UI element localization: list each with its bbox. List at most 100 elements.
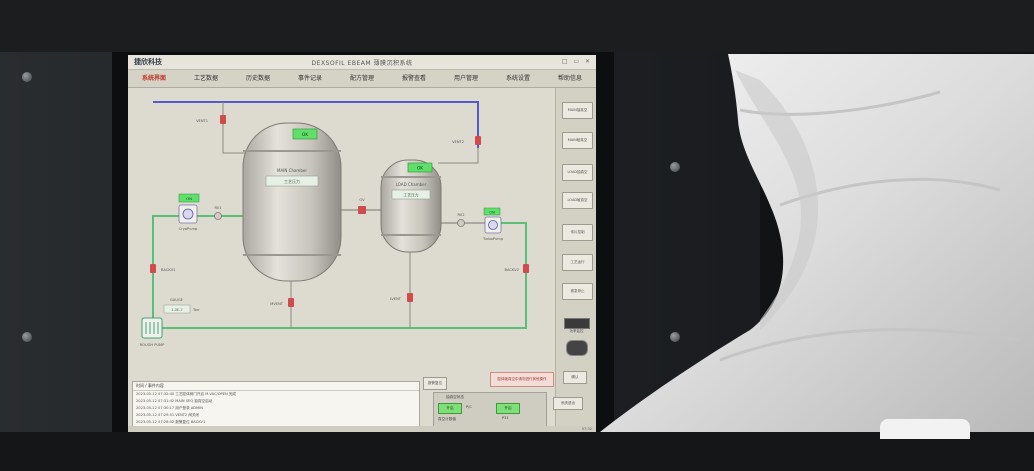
vac-right-button[interactable]: 开启: [496, 403, 520, 414]
window-titlebar: 捷欣科技 DEXSOFIL EBEAM 薄膜沉积系统 □ ▭ ✕: [128, 55, 596, 70]
vent-load-bottom-label: LVENT: [390, 297, 402, 301]
main-chamber-band: [243, 254, 341, 256]
pump-right-on-text: ON: [489, 211, 495, 215]
gauge-value: 1.0E-7: [171, 308, 183, 312]
valve-icon: [288, 298, 294, 307]
vent-left-label: VENT1: [196, 119, 208, 123]
valve-icon: [523, 264, 529, 273]
vent-valve-right[interactable]: VENT2: [452, 136, 481, 145]
vac-left-button[interactable]: 开启: [438, 403, 462, 414]
vacuum-status-panel: 抽真空状态 开启 P/C 开启 P31 真空计数值: [433, 392, 547, 430]
load-ok-text: OK: [417, 166, 423, 171]
main-pressure-value: 工艺压力: [284, 178, 300, 184]
rough-right-label: RV2: [457, 213, 464, 217]
process-diagram: MAIN Chamber 工艺压力 OK LOAD Chamber 工艺压力 O…: [140, 101, 529, 347]
main-nav: 系统界面 工艺数据 历史数据 事件记录 配方管理 报警查看 用户管理 系统设置 …: [128, 70, 596, 88]
tab-alarms[interactable]: 报警查看: [388, 70, 440, 87]
gauge-unit: Torr: [192, 308, 200, 312]
load-chamber[interactable]: LOAD Chamber 工艺压力: [380, 159, 442, 253]
cabinet-rivet: [22, 72, 32, 82]
pump-left-on-text: ON: [186, 196, 192, 201]
load-chamber-band: [381, 234, 441, 236]
gauge-label: GAUGE: [170, 298, 184, 302]
vent-main-bottom-label: MVENT: [270, 302, 284, 306]
turbo-pump[interactable]: ON TurboPump: [482, 207, 504, 241]
cabinet-rivet: [22, 332, 32, 342]
backing-valve-left[interactable]: BACKV1: [150, 264, 175, 273]
app-title: DEXSOFIL EBEAM 薄膜沉积系统: [311, 60, 413, 67]
alarm-banner: 腔体破真空中请勿进行其他操作: [490, 372, 554, 387]
load-chamber-band: [381, 176, 441, 178]
power-meter-label: 功率监控: [569, 329, 584, 333]
rough-pump-icon: [141, 317, 163, 339]
main-gauge: GAUGE 1.0E-7 Torr: [163, 298, 200, 314]
log-row: 2023-05-12 07:29:51 VENT2 阀关闭: [136, 413, 200, 417]
vac-unit: 真空计数值: [438, 417, 456, 421]
gate-valve[interactable]: GV: [358, 198, 366, 214]
vent-line-load: [438, 148, 479, 164]
white-badge: [880, 419, 970, 439]
side-button-main-pump[interactable]: MAIN抽真空: [562, 102, 593, 119]
rough-pump[interactable]: ROUGH PUMP: [140, 317, 165, 347]
side-button-estop[interactable]: 紧急停止: [562, 283, 593, 300]
window-controls[interactable]: □ ▭ ✕: [562, 58, 592, 65]
main-chamber-body: [242, 122, 342, 282]
main-ok-text: OK: [302, 132, 310, 138]
turbo-pump-label: TurboPump: [482, 237, 504, 241]
main-chamber-tag: MAIN Chamber: [277, 168, 307, 173]
rough-valve-right[interactable]: RV2: [457, 213, 465, 227]
cabinet-rivet: [670, 332, 680, 342]
cabinet-rivet: [670, 162, 680, 172]
tab-process-data[interactable]: 工艺数据: [180, 70, 232, 87]
vent-valve-main-bottom[interactable]: MVENT: [270, 298, 294, 307]
power-meter-icon[interactable]: [564, 318, 590, 329]
side-button-transfer[interactable]: 传片控制: [562, 224, 593, 241]
tab-events[interactable]: 事件记录: [284, 70, 336, 87]
system-exit-button[interactable]: 系统退出: [553, 397, 583, 410]
valve-icon: [457, 219, 465, 227]
valve-icon: [150, 264, 156, 273]
side-button-main-vent[interactable]: MAIN破真空: [562, 132, 593, 149]
tab-settings[interactable]: 系统设置: [492, 70, 544, 87]
valve-icon: [220, 115, 226, 124]
cryo-pump[interactable]: ON CryoPump: [178, 193, 200, 231]
status-time: 07:32: [581, 427, 592, 431]
main-chamber-band: [243, 150, 341, 152]
vac-title: 抽真空状态: [446, 395, 464, 399]
gate-valve-label: GV: [359, 198, 365, 202]
cryo-pump-label: CryoPump: [179, 227, 198, 231]
fan-icon: [182, 208, 194, 220]
backing-left-label: BACKV1: [161, 268, 175, 272]
load-chamber-tag: LOAD Chamber: [396, 182, 427, 187]
log-row: 2023-05-12 07:31:42 MAIN SEQ 抽真空启动: [136, 399, 213, 403]
hmi-screen: 捷欣科技 DEXSOFIL EBEAM 薄膜沉积系统 □ ▭ ✕ 系统界面 工艺…: [128, 55, 596, 433]
tab-help[interactable]: 帮助信息: [544, 70, 596, 87]
top-dark-band: [0, 0, 1034, 52]
bottom-dark-band: [0, 432, 1034, 471]
side-button-process[interactable]: 工艺运行: [562, 254, 593, 271]
rough-valve-left[interactable]: RV1: [214, 206, 222, 220]
fan-icon: [488, 220, 498, 230]
alarm-reset-button[interactable]: 报警复位: [423, 377, 447, 390]
tab-system[interactable]: 系统界面: [128, 70, 180, 87]
tab-history[interactable]: 历史数据: [232, 70, 284, 87]
backing-valve-right[interactable]: BACKV2: [505, 264, 529, 273]
vent-valve-load-bottom[interactable]: LVENT: [390, 293, 413, 302]
valve-icon: [358, 206, 366, 214]
valve-icon: [214, 212, 222, 220]
ack-button[interactable]: 确认: [563, 371, 587, 384]
side-button-load-pump[interactable]: LOAD抽真空: [562, 164, 593, 181]
valve-icon: [407, 293, 413, 302]
camera-icon[interactable]: [566, 340, 588, 356]
tab-recipes[interactable]: 配方管理: [336, 70, 388, 87]
tab-users[interactable]: 用户管理: [440, 70, 492, 87]
vent-valve-left[interactable]: VENT1: [196, 115, 226, 124]
load-chamber-body: [380, 159, 442, 253]
vent-right-label: VENT2: [452, 140, 464, 144]
vac-pressure: P31: [502, 416, 509, 420]
main-chamber[interactable]: MAIN Chamber 工艺压力: [242, 122, 342, 282]
rough-left-label: RV1: [214, 206, 221, 210]
side-button-load-vent[interactable]: LOAD破真空: [562, 192, 593, 209]
valve-icon: [475, 136, 481, 145]
load-pressure-value: 工艺压力: [403, 193, 418, 198]
